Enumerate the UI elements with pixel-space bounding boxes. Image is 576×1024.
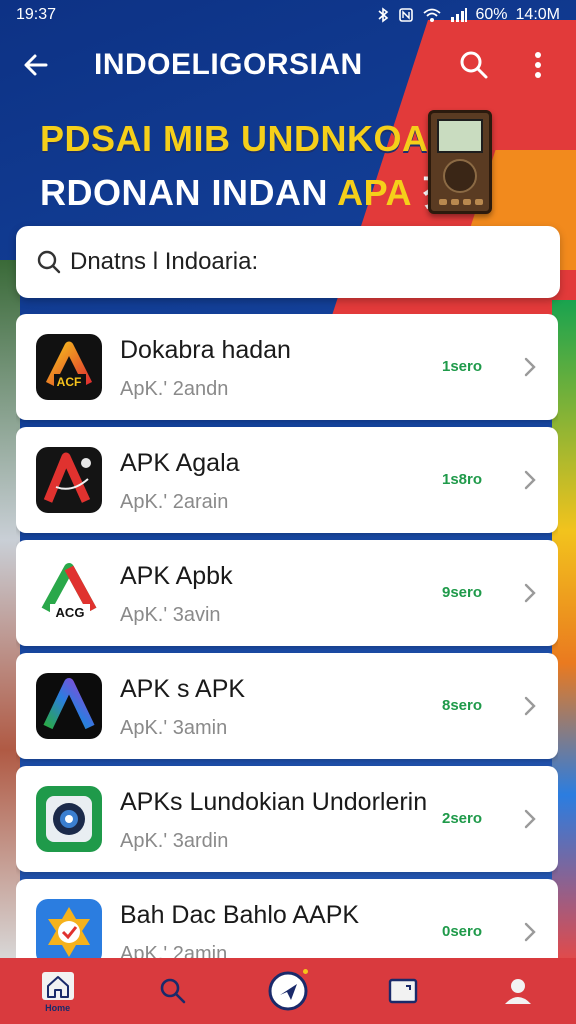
list-item[interactable]: APKs Lundokian Undorlerin ApK.' 3ardin 2… — [16, 766, 558, 872]
a-logo-icon — [36, 447, 102, 513]
list-item[interactable]: Bah Dac Bahlo AAPK ApK.' 2amin 0sero — [16, 879, 558, 958]
bluetooth-icon — [377, 7, 388, 23]
app-size: 2sero — [442, 810, 483, 827]
app-subtitle: ApK.' 2amin — [120, 943, 228, 958]
app-subtitle: ApK.' 3avin — [120, 604, 221, 626]
banner-headline: PDSAI MIB UNDNKOAN — [40, 118, 456, 159]
nav-search[interactable] — [143, 961, 203, 1021]
app-size: 1s8ro — [442, 471, 483, 488]
chevron-right-icon — [524, 922, 536, 942]
nav-home[interactable]: Home — [28, 961, 88, 1021]
acg-logo-icon: ACG — [36, 560, 102, 626]
status-right-time: 14:0M — [515, 6, 560, 23]
tablet-icon — [388, 978, 418, 1004]
status-time: 19:37 — [16, 6, 57, 23]
nav-home-label: Home — [45, 1002, 71, 1013]
chevron-right-icon — [524, 583, 536, 603]
list-item[interactable]: APK s APK ApK.' 3amin 8sero — [16, 653, 558, 759]
acf-logo-icon: ACF — [36, 334, 102, 400]
nav-explore[interactable] — [258, 961, 318, 1021]
app-name: Dokabra hadan — [120, 336, 291, 364]
notification-dot — [302, 969, 308, 974]
search-icon — [160, 978, 186, 1004]
explore-icon — [268, 971, 308, 1011]
page-title: INDOELIGORSIAN — [94, 48, 363, 81]
more-vert-icon — [535, 52, 541, 78]
app-subtitle: ApK.' 2andn — [120, 378, 229, 400]
search-icon — [460, 51, 488, 79]
profile-icon — [505, 979, 532, 1004]
device-illustration — [428, 110, 492, 214]
app-size: 9sero — [442, 584, 483, 601]
app-name: Bah Dac Bahlo AAPK — [120, 901, 360, 929]
app-name: APK s APK — [120, 675, 246, 703]
nfc-icon — [398, 8, 413, 22]
nav-tablet[interactable] — [373, 961, 433, 1021]
banner-subheadline: RDONAN INDAN APA ⽍. — [40, 164, 468, 216]
signal-icon — [450, 8, 467, 22]
app-subtitle: ApK.' 3amin — [120, 717, 228, 739]
badge-icon — [36, 899, 102, 958]
banner-line2-main: RDONAN INDAN — [40, 172, 338, 213]
app-name: APK Agala — [120, 449, 240, 477]
status-right: 60% 14:0M — [376, 6, 560, 24]
app-size: 8sero — [442, 697, 483, 714]
app-subtitle: ApK.' 2arain — [120, 491, 229, 513]
nav-profile[interactable] — [488, 961, 548, 1021]
bottom-navigation: Home — [0, 958, 576, 1024]
device-dial — [443, 159, 477, 193]
app-name: APKs Lundokian Undorlerin — [120, 788, 428, 816]
device-screen — [437, 119, 483, 153]
search-bar[interactable]: Dnatns l Indoaria: — [16, 226, 560, 298]
chevron-right-icon — [524, 696, 536, 716]
app-list: ACF Dokabra hadan ApK.' 2andn 1sero APK … — [16, 314, 558, 958]
app-size: 1sero — [442, 358, 483, 375]
device-buttons — [439, 199, 483, 205]
wifi-icon — [422, 8, 441, 22]
app-name: APK Apbk — [120, 562, 233, 590]
battery-level: 60% — [475, 6, 508, 23]
back-arrow-icon — [24, 54, 48, 76]
search-button[interactable] — [452, 43, 496, 87]
app-size: 0sero — [442, 923, 483, 940]
svg-text:ACG: ACG — [56, 605, 85, 620]
app-bar: INDOELIGORSIAN — [0, 30, 576, 100]
home-icon — [41, 971, 74, 1000]
chevron-right-icon — [524, 809, 536, 829]
status-bar: 19:37 60% 14:0M — [0, 0, 576, 30]
list-item[interactable]: ACG APK Apbk ApK.' 3avin 9sero — [16, 540, 558, 646]
search-icon — [37, 250, 61, 274]
search-input[interactable]: Dnatns l Indoaria: — [70, 248, 258, 276]
list-item[interactable]: APK Agala ApK.' 2arain 1s8ro — [16, 427, 558, 533]
banner-line2-highlight: APA — [337, 172, 422, 213]
list-item[interactable]: ACF Dokabra hadan ApK.' 2andn 1sero — [16, 314, 558, 420]
speaker-icon — [36, 786, 102, 852]
gradient-a-icon — [36, 673, 102, 739]
back-button[interactable] — [16, 45, 56, 85]
app-subtitle: ApK.' 3ardin — [120, 830, 229, 852]
promo-banner[interactable]: PDSAI MIB UNDNKOAN RDONAN INDAN APA ⽍. — [0, 104, 576, 224]
chevron-right-icon — [524, 357, 536, 377]
svg-text:ACF: ACF — [57, 375, 82, 389]
more-options-button[interactable] — [516, 43, 560, 87]
chevron-right-icon — [524, 470, 536, 490]
